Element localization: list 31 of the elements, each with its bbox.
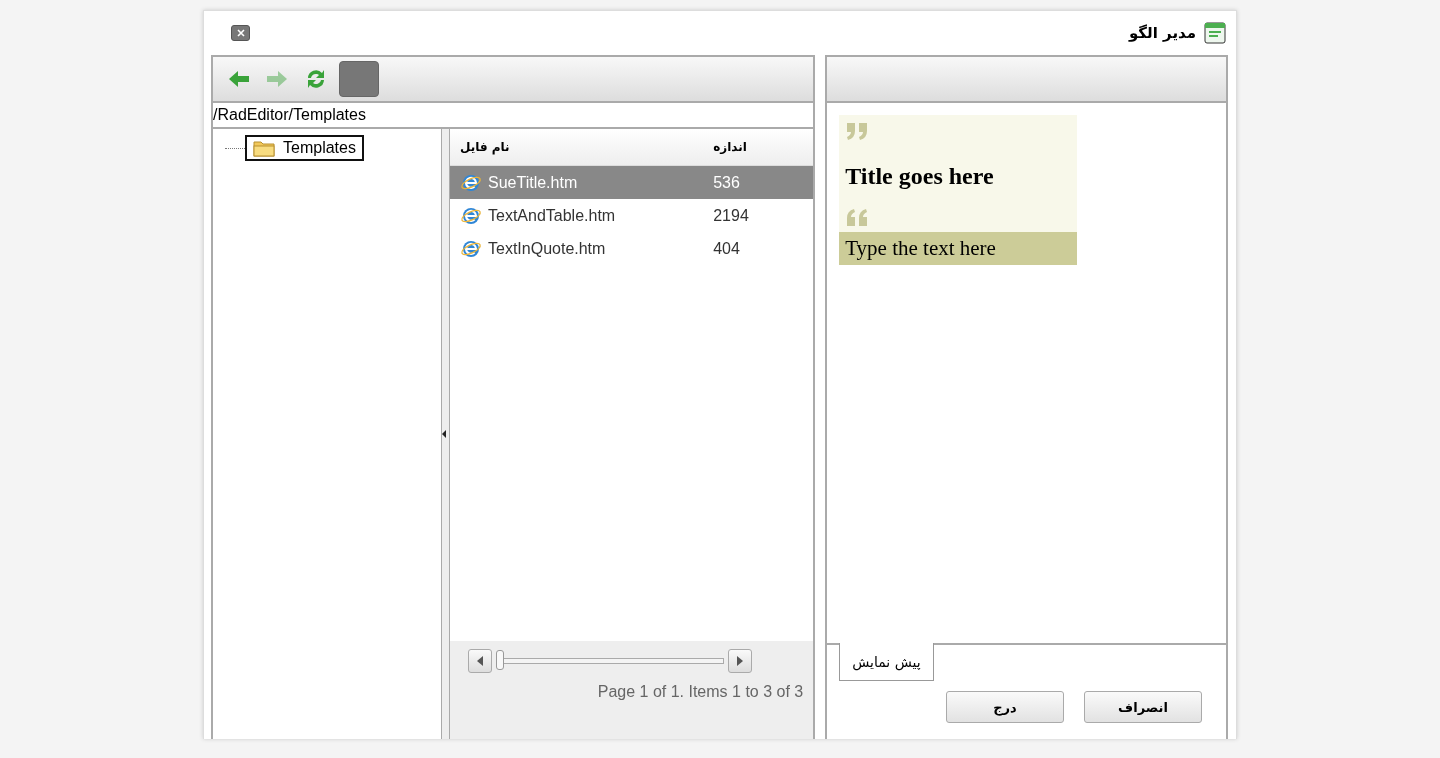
left-triangle-icon [477, 656, 483, 666]
splitter-handle[interactable] [442, 129, 450, 739]
pager-info: Page 1 of 1. Items 1 to 3 of 3 [597, 683, 804, 701]
file-name: TextInQuote.htm [488, 239, 606, 258]
file-row[interactable]: TextInQuote.htm 404 [450, 232, 814, 265]
insert-button[interactable]: درج [946, 691, 1064, 723]
previous-page-button[interactable] [468, 649, 492, 673]
cancel-button[interactable]: انصراف [1084, 691, 1202, 723]
preview-text: Type the text here [839, 232, 1078, 265]
file-size: 536 [713, 173, 741, 192]
folder-icon [253, 139, 275, 157]
preview-title: Title goes here [844, 162, 995, 191]
file-row[interactable]: TextAndTable.htm 2194 [450, 199, 814, 232]
tree-item[interactable]: Templates [245, 135, 364, 161]
file-size: 2194 [713, 206, 750, 225]
slider-thumb[interactable] [496, 650, 504, 670]
next-page-button[interactable] [728, 649, 752, 673]
column-header[interactable]: اندازه [713, 140, 804, 154]
page-slider[interactable] [496, 650, 724, 672]
close-button[interactable] [231, 25, 250, 41]
right-triangle-icon [737, 656, 743, 666]
window-title: مدیر الگو [1128, 24, 1196, 42]
file-name: SueTitle.htm [488, 173, 578, 192]
close-icon [234, 27, 247, 39]
file-name: TextAndTable.htm [488, 206, 616, 225]
tab[interactable]: پیش نمایش [839, 643, 934, 681]
file-size: 404 [713, 239, 741, 258]
column-header[interactable]: نام فایل [460, 140, 714, 154]
file-row[interactable]: SueTitle.htm 536 [450, 166, 814, 199]
window-icon [1204, 22, 1226, 44]
back-arrow-icon[interactable] [227, 69, 251, 89]
